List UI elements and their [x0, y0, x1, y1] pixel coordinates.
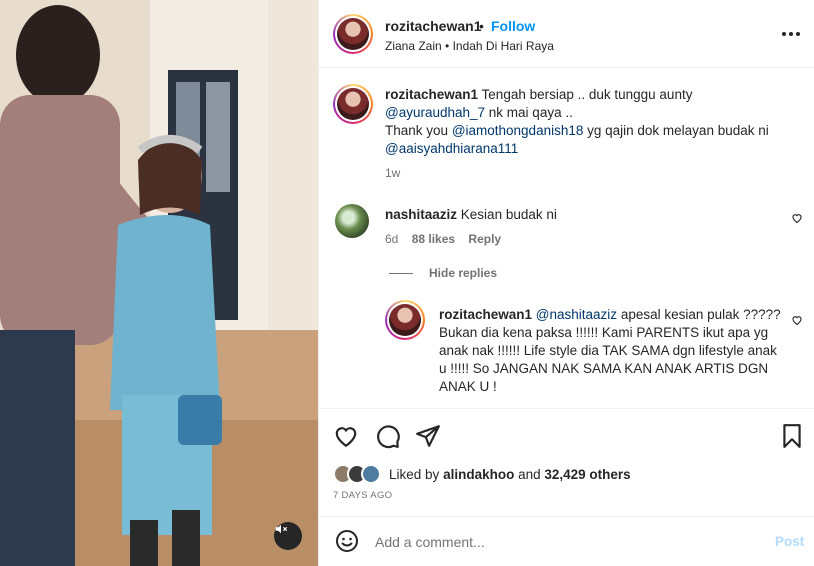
likes-conjunction: and [518, 466, 541, 482]
post-header: rozitachewan1 • Follow Ziana Zain • Inda… [319, 0, 814, 68]
author-username[interactable]: rozitachewan1 [385, 18, 481, 34]
caption-text: rozitachewan1 Tengah bersiap .. duk tung… [385, 86, 795, 158]
post-button[interactable]: Post [775, 534, 804, 549]
post-panel: rozitachewan1 • Follow Ziana Zain • Inda… [318, 0, 814, 566]
likes-prefix: Liked by [389, 466, 440, 482]
comment-heart-icon[interactable] [791, 212, 803, 224]
caption-timestamp[interactable]: 1w [385, 166, 400, 180]
post-photo[interactable] [0, 0, 318, 566]
more-icon[interactable] [779, 24, 803, 44]
likes-row: Liked by alindakhoo and 32,429 others [333, 464, 631, 484]
photo-illustration [0, 0, 318, 566]
hide-replies-button[interactable]: Hide replies [389, 266, 497, 280]
comment-time[interactable]: 6d [385, 232, 398, 246]
liker-username[interactable]: alindakhoo [443, 467, 514, 482]
comment-icon[interactable] [375, 423, 401, 449]
author-avatar[interactable] [333, 14, 373, 54]
comment: nashitaaziz Kesian budak ni 6d 88 likes … [333, 202, 803, 262]
mention-link[interactable]: @iamothongdanish18 [452, 123, 584, 138]
reply-username[interactable]: rozitachewan1 [439, 307, 532, 322]
caption-line: nk mai qaya .. [488, 105, 573, 120]
reply-text: rozitachewan1 @nashitaaziz apesal kesian… [439, 306, 781, 396]
divider-line [389, 272, 413, 274]
follow-button[interactable]: Follow [491, 18, 535, 34]
post-date[interactable]: 7 DAYS AGO [333, 490, 392, 501]
caption-avatar[interactable] [333, 84, 373, 124]
mute-button[interactable] [274, 522, 302, 550]
share-icon[interactable] [415, 423, 441, 449]
mention-link[interactable]: @nashitaaziz [536, 307, 617, 322]
heart-icon[interactable] [333, 423, 359, 449]
mention-link[interactable]: @aaisyahdhiarana111 [385, 141, 518, 156]
reply-avatar[interactable] [385, 300, 425, 340]
likes-text: Liked by alindakhoo and 32,429 others [389, 467, 631, 482]
likes-count[interactable]: 32,429 others [544, 467, 630, 482]
mention-link[interactable]: @ayuraudhah_7 [385, 105, 485, 120]
bookmark-icon[interactable] [779, 423, 805, 449]
commenter-username[interactable]: nashitaaziz [385, 207, 457, 222]
reply-heart-icon[interactable] [791, 314, 803, 326]
caption-line: yg qajin dok melayan budak ni [587, 123, 769, 138]
comment-likes[interactable]: 88 likes [412, 232, 455, 246]
reply-comment: rozitachewan1 @nashitaaziz apesal kesian… [385, 300, 803, 400]
action-bar [319, 408, 814, 464]
caption-line: Tengah bersiap .. duk tunggu aunty [481, 87, 693, 102]
emoji-icon[interactable] [335, 529, 359, 553]
liker-avatar[interactable] [361, 464, 381, 484]
comment-meta: 6d 88 likes Reply [385, 232, 511, 246]
comment-body: Kesian budak ni [460, 207, 557, 222]
comment-text: nashitaaziz Kesian budak ni [385, 207, 557, 222]
mute-icon [275, 524, 288, 534]
caption-line: Thank you [385, 123, 449, 138]
caption-username[interactable]: rozitachewan1 [385, 87, 478, 102]
header-separator: • [479, 18, 484, 34]
commenter-avatar[interactable] [335, 204, 369, 238]
audio-track[interactable]: Ziana Zain • Indah Di Hari Raya [385, 39, 554, 53]
reply-button[interactable]: Reply [468, 232, 501, 246]
comment-bar: Post [319, 516, 814, 566]
hide-replies-label: Hide replies [429, 266, 498, 280]
comment-input[interactable] [375, 531, 755, 553]
